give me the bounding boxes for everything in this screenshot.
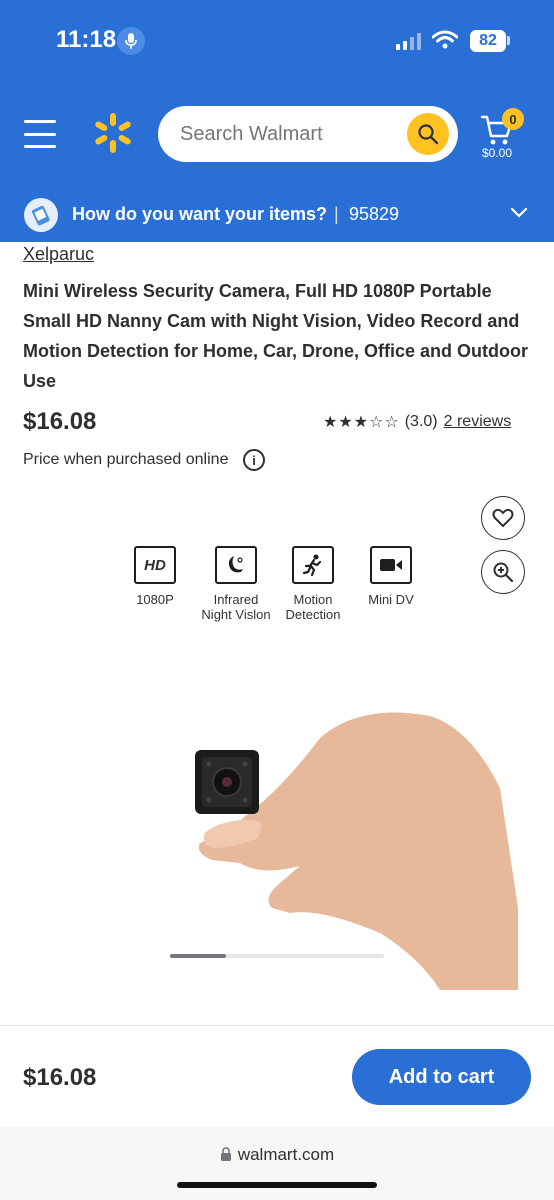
rating-value: (3.0)	[404, 413, 438, 430]
url-text: walmart.com	[237, 1145, 335, 1164]
star-full-icon: ★	[353, 414, 369, 431]
walmart-spark-logo[interactable]	[93, 113, 133, 153]
brand-link[interactable]: Xelparuc	[23, 244, 94, 265]
mini-dv-icon	[370, 546, 412, 584]
hd-icon: HD	[134, 546, 176, 584]
product-title: Mini Wireless Security Camera, Full HD 1…	[23, 281, 529, 391]
cellular-signal-icon	[396, 32, 421, 50]
rating-stars: ★ ★ ★ ☆ ☆	[323, 412, 399, 432]
night-vision-icon	[215, 546, 257, 584]
battery-indicator: 82	[470, 30, 506, 52]
feature-label-line: Detection	[285, 607, 341, 622]
feature-mini-dv: Mini DV	[341, 546, 441, 607]
menu-button[interactable]	[24, 120, 56, 148]
cart-button[interactable]: 0 $0.00	[478, 108, 526, 162]
microphone-icon	[117, 27, 145, 55]
star-empty-icon: ☆	[369, 414, 384, 431]
search-input[interactable]	[180, 106, 400, 162]
feature-label: Mini DV	[368, 592, 414, 607]
star-full-icon: ★	[323, 414, 338, 431]
star-full-icon: ★	[338, 414, 353, 431]
search-bar[interactable]	[158, 106, 458, 162]
reviews-link[interactable]: 2 reviews	[444, 413, 512, 431]
info-icon[interactable]: i	[243, 449, 265, 471]
feature-label-line: Night Vislon	[201, 607, 271, 622]
wifi-icon	[431, 30, 459, 55]
star-empty-icon: ☆	[384, 414, 399, 431]
home-indicator	[177, 1182, 377, 1188]
lock-icon	[220, 1147, 231, 1161]
fulfillment-selector[interactable]: How do you want your items? | 95829	[0, 188, 554, 242]
fulfillment-prompt: How do you want your items?	[72, 204, 328, 224]
hd-badge-text: HD	[144, 556, 166, 574]
motion-detection-icon	[292, 546, 334, 584]
sticky-bottom-bar: $16.08 Add to cart	[0, 1025, 554, 1127]
carousel-indicator[interactable]	[170, 954, 226, 958]
browser-url-bar[interactable]: walmart.com	[0, 1127, 554, 1200]
rating: ★ ★ ★ ☆ ☆ (3.0) 2 reviews	[323, 412, 511, 432]
price-note: Price when purchased online	[23, 451, 229, 468]
zoom-button[interactable]	[481, 550, 525, 594]
cart-total: $0.00	[482, 146, 513, 160]
battery-tip	[507, 36, 510, 45]
status-time: 11:18	[56, 26, 117, 53]
favorite-button[interactable]	[481, 496, 525, 540]
search-icon	[418, 124, 439, 145]
feature-label-line: Motion	[293, 592, 333, 607]
heart-icon	[492, 508, 514, 527]
search-button[interactable]	[407, 113, 449, 155]
cart-count-badge: 0	[502, 108, 524, 130]
chevron-down-icon	[510, 207, 528, 218]
zoom-in-icon	[493, 562, 514, 583]
product-price: $16.08	[23, 408, 97, 435]
url-display[interactable]: walmart.com	[0, 1145, 554, 1165]
fulfillment-separator: |	[334, 204, 339, 224]
bottom-price: $16.08	[23, 1064, 97, 1091]
feature-label-line: Infrared	[213, 592, 259, 607]
zip-code: 95829	[349, 204, 400, 224]
add-to-cart-button[interactable]: Add to cart	[352, 1049, 531, 1105]
fulfillment-icon	[24, 198, 58, 232]
